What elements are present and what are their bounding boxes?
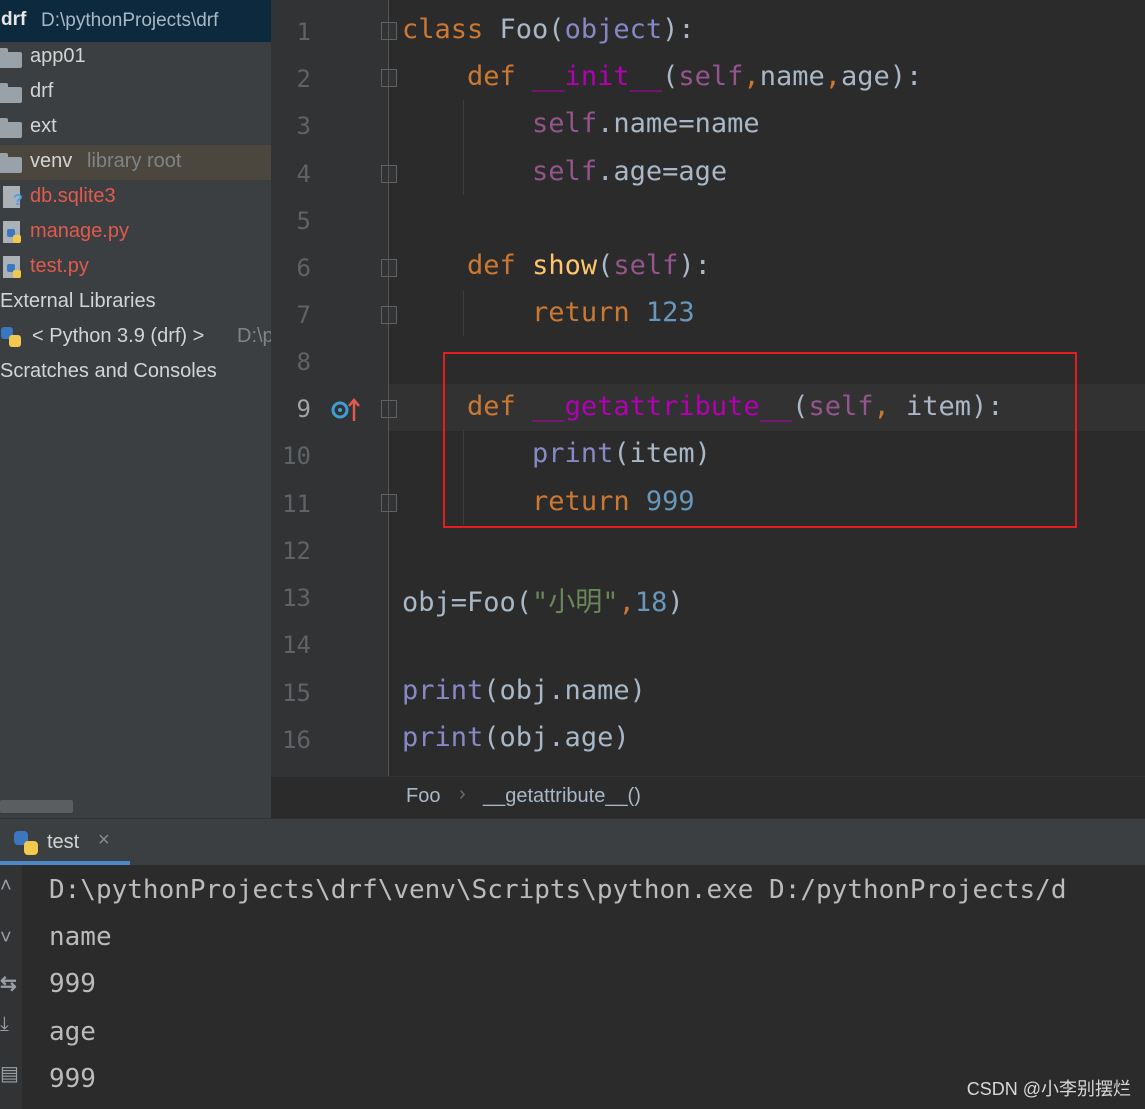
- tree-item-label: test.py: [30, 255, 89, 277]
- tab-test[interactable]: test ×: [0, 819, 130, 866]
- console-output-line: 999: [49, 1064, 96, 1094]
- line-number: 12: [282, 537, 311, 565]
- line-number: 14: [282, 631, 311, 659]
- highlight-annotation-box: [443, 352, 1077, 528]
- tree-item-label: db.sqlite3: [30, 185, 116, 207]
- folder-icon: [0, 118, 22, 138]
- line-number: 13: [282, 584, 311, 612]
- project-tool-window: drf D:\pythonProjects\drf app01 drf ext …: [0, 0, 271, 818]
- code-line-2: def __init__(self,name,age):: [467, 61, 923, 92]
- fold-marker-icon[interactable]: [381, 306, 397, 324]
- fold-marker-icon[interactable]: [381, 165, 397, 183]
- library-root-note: library root: [87, 150, 182, 172]
- tree-item-label: < Python 3.9 (drf) >: [32, 325, 205, 347]
- tree-item-db-sqlite3[interactable]: ? db.sqlite3: [0, 180, 271, 215]
- project-horizontal-scrollbar[interactable]: [0, 800, 73, 813]
- question-mark-icon: ?: [13, 192, 23, 209]
- line-number: 4: [296, 160, 311, 188]
- tree-item-python-sdk[interactable]: < Python 3.9 (drf) > D:\p: [0, 320, 271, 355]
- line-number: 10: [282, 442, 311, 470]
- line-number: 11: [282, 490, 311, 518]
- console-output-line: D:\pythonProjects\drf\venv\Scripts\pytho…: [49, 875, 1067, 905]
- python-logo-icon: [7, 264, 21, 278]
- code-line-15: print(obj.name): [402, 675, 646, 706]
- sdk-path-note: D:\p: [237, 325, 271, 347]
- code-editor[interactable]: 1 2 3 4 5 6 7 8 9 10 11 12 13 14 15 16 c…: [271, 0, 1145, 819]
- override-method-icon[interactable]: [331, 397, 361, 423]
- line-number: 8: [296, 348, 311, 376]
- console-output-line: 999: [49, 969, 96, 999]
- tree-item-label: Scratches and Consoles: [0, 360, 217, 382]
- tree-item-test-py[interactable]: test.py: [0, 250, 271, 285]
- console-output-line: name: [49, 922, 112, 952]
- project-path: D:\pythonProjects\drf: [41, 10, 219, 31]
- fold-marker-icon[interactable]: [381, 494, 397, 512]
- fold-marker-icon[interactable]: [381, 400, 397, 418]
- python-logo-icon: [1, 327, 21, 347]
- fold-marker-icon[interactable]: [381, 259, 397, 277]
- breadcrumb-separator: ›: [459, 783, 466, 805]
- fold-marker-icon[interactable]: [381, 69, 397, 87]
- code-line-4: self.age=age: [532, 156, 728, 187]
- line-number: 2: [296, 65, 311, 93]
- tree-item-drf[interactable]: drf: [0, 75, 271, 110]
- code-line-1: class Foo(object):: [402, 14, 695, 45]
- console-output-line: age: [49, 1017, 96, 1047]
- tab-label: test: [47, 831, 80, 853]
- tree-item-scratches[interactable]: Scratches and Consoles: [0, 355, 271, 390]
- tree-item-label: drf: [30, 80, 54, 102]
- print-icon[interactable]: ▤: [0, 1061, 19, 1086]
- soft-wrap-icon[interactable]: ⇆: [0, 971, 17, 996]
- code-line-13: obj=Foo("小明",18): [402, 587, 684, 618]
- line-number: 3: [296, 112, 311, 140]
- watermark: CSDN @小李别摆烂: [966, 1079, 1131, 1099]
- tree-item-external-libraries[interactable]: External Libraries: [0, 285, 271, 320]
- tree-item-label: External Libraries: [0, 290, 156, 312]
- python-logo-icon: [14, 831, 38, 855]
- folder-icon: [0, 48, 22, 68]
- breadcrumb-method[interactable]: __getattribute__(): [483, 785, 641, 808]
- scroll-up-icon[interactable]: ˄: [0, 875, 12, 898]
- line-number: 1: [296, 18, 311, 46]
- breadcrumb-class[interactable]: Foo: [406, 785, 440, 808]
- tree-item-label: ext: [30, 115, 57, 137]
- line-number: 6: [296, 254, 311, 282]
- code-line-7: return 123: [532, 297, 695, 328]
- line-number: 16: [282, 726, 311, 754]
- scroll-down-icon[interactable]: ˅: [0, 927, 12, 950]
- run-console[interactable]: ˄ ˅ ⇆ ⤓ ▤ D:\pythonProjects\drf\venv\Scr…: [0, 865, 1145, 1109]
- code-line-3: self.name=name: [532, 108, 760, 139]
- python-logo-icon: [7, 229, 21, 243]
- line-number: 9: [296, 395, 311, 423]
- code-line-6: def show(self):: [467, 250, 711, 281]
- project-root-row[interactable]: drf D:\pythonProjects\drf: [0, 0, 271, 42]
- folder-icon: [0, 153, 22, 173]
- tree-item-label: app01: [30, 45, 86, 67]
- tree-item-venv[interactable]: venv library root: [0, 145, 271, 180]
- close-icon[interactable]: ×: [98, 829, 110, 852]
- scroll-to-end-icon[interactable]: ⤓: [0, 1013, 9, 1036]
- line-number: 15: [282, 679, 311, 707]
- tree-item-label: venv: [30, 150, 73, 172]
- fold-marker-icon[interactable]: [381, 22, 397, 40]
- tree-item-app01[interactable]: app01: [0, 40, 271, 75]
- line-number: 5: [296, 207, 311, 235]
- code-line-16: print(obj.age): [402, 722, 630, 753]
- gutter-separator: [388, 0, 389, 776]
- tree-item-label: manage.py: [30, 220, 129, 242]
- tree-item-manage-py[interactable]: manage.py: [0, 215, 271, 250]
- tree-item-ext[interactable]: ext: [0, 110, 271, 145]
- project-name: drf: [1, 9, 27, 30]
- folder-icon: [0, 83, 22, 103]
- breadcrumb: Foo › __getattribute__(): [271, 776, 1145, 819]
- run-tool-window-tabs: test ×: [0, 818, 1145, 866]
- line-number: 7: [296, 301, 311, 329]
